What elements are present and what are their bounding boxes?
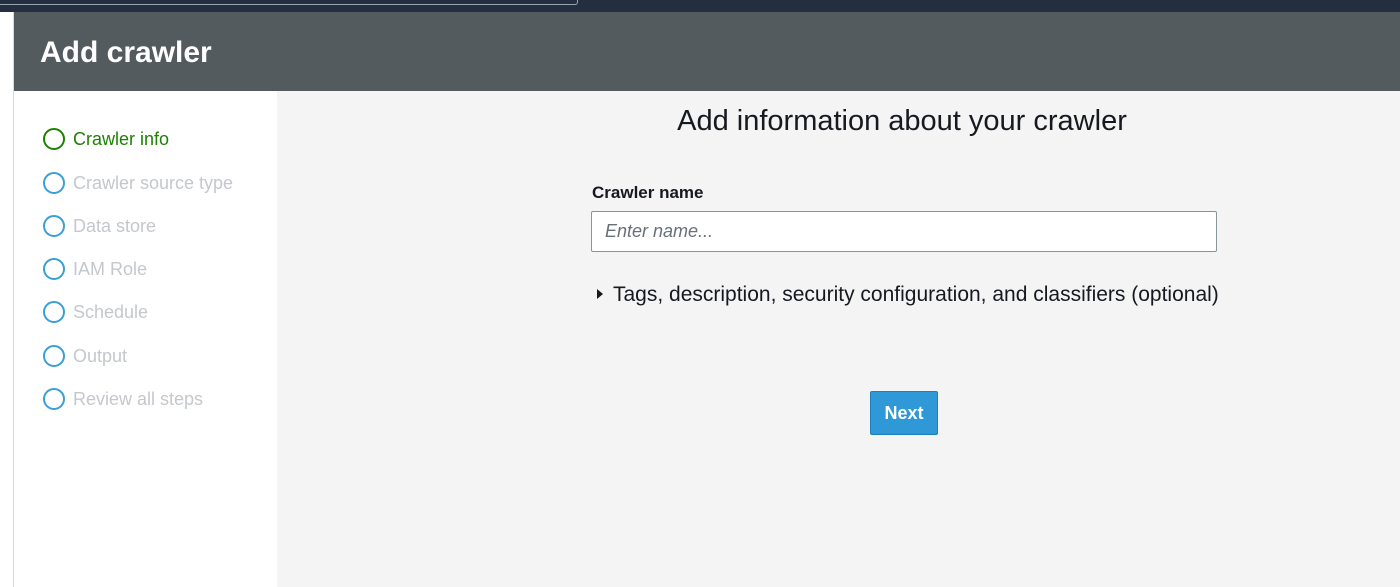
step-label: Crawler info <box>73 128 170 149</box>
wizard-main-panel: Add information about your crawler Crawl… <box>277 91 1400 587</box>
step-output: Output <box>43 343 127 369</box>
page-header: Add crawler <box>14 12 1400 91</box>
step-circle-icon <box>43 172 65 194</box>
step-circle-icon <box>43 388 65 410</box>
step-label: Output <box>73 345 128 366</box>
left-edge-gutter <box>0 12 14 587</box>
page-title: Add crawler <box>40 36 212 69</box>
caret-right-icon <box>597 289 603 300</box>
wizard-steps-sidebar: Crawler info Crawler source type Data st… <box>15 91 277 587</box>
step-crawler-info[interactable]: Crawler info <box>43 126 169 152</box>
optional-settings-expander[interactable]: Tags, description, security configuratio… <box>590 281 1230 308</box>
step-crawler-source-type: Crawler source type <box>43 170 233 196</box>
step-iam-role: IAM Role <box>43 256 147 282</box>
step-label: Crawler source type <box>73 172 234 193</box>
step-label: IAM Role <box>73 258 148 279</box>
section-heading: Add information about your crawler <box>677 105 1127 137</box>
step-circle-icon <box>43 258 65 280</box>
step-label: Data store <box>73 215 157 236</box>
step-circle-icon <box>43 301 65 323</box>
expander-label: Tags, description, security configuratio… <box>613 283 1219 306</box>
crawler-name-label: Crawler name <box>592 183 704 202</box>
step-review-all-steps: Review all steps <box>43 386 203 412</box>
step-label: Review all steps <box>73 388 204 409</box>
crawler-name-input[interactable] <box>591 211 1217 252</box>
browser-top-bar <box>0 0 1400 12</box>
step-data-store: Data store <box>43 213 156 239</box>
address-bar-edge <box>0 0 578 5</box>
step-circle-icon <box>43 215 65 237</box>
step-circle-icon <box>43 128 65 150</box>
step-label: Schedule <box>73 301 149 322</box>
step-schedule: Schedule <box>43 299 148 325</box>
next-button[interactable]: Next <box>870 391 938 435</box>
step-circle-icon <box>43 345 65 367</box>
